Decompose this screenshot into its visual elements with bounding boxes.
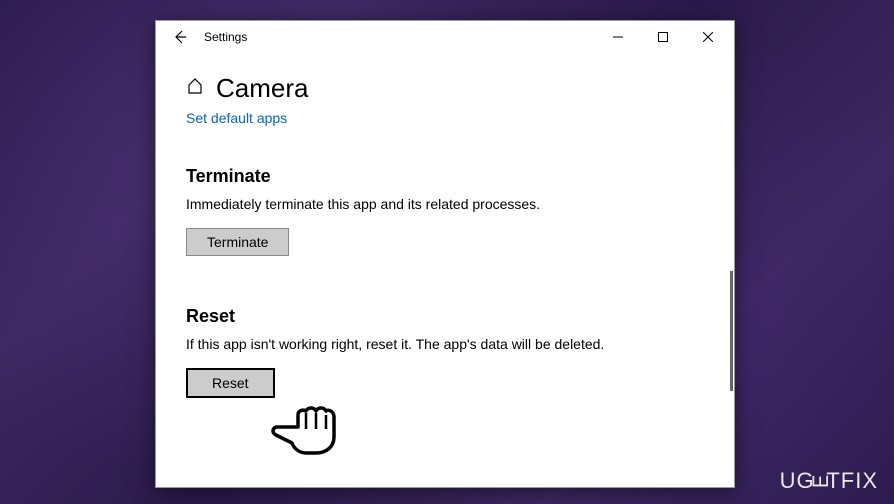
maximize-icon [658,32,668,42]
scrollbar[interactable] [730,271,733,391]
page-title: Camera [216,73,308,104]
terminate-heading: Terminate [186,166,704,187]
content-area: Camera Set default apps Terminate Immedi… [156,53,734,487]
minimize-button[interactable] [595,21,640,53]
window-controls [595,21,730,53]
home-icon [186,77,204,100]
window-title: Settings [204,30,247,44]
terminate-description: Immediately terminate this app and its r… [186,195,616,214]
back-button[interactable] [164,21,196,53]
reset-button[interactable]: Reset [186,368,275,398]
maximize-button[interactable] [640,21,685,53]
terminate-button[interactable]: Terminate [186,228,289,256]
set-default-apps-link[interactable]: Set default apps [186,110,704,126]
watermark-text-e: E [807,474,833,488]
close-button[interactable] [685,21,730,53]
terminate-section: Terminate Immediately terminate this app… [186,166,704,256]
watermark-text-suffix: TFIX [826,468,878,494]
back-arrow-icon [172,29,188,45]
reset-heading: Reset [186,306,704,327]
settings-window: Settings Camera Set default apps Termina… [155,20,735,488]
reset-section: Reset If this app isn't working right, r… [186,306,704,398]
watermark: UGETFIX [780,468,878,494]
page-header: Camera [186,73,704,104]
close-icon [703,32,713,42]
minimize-icon [613,32,623,42]
titlebar: Settings [156,21,734,53]
reset-description: If this app isn't working right, reset i… [186,335,616,354]
